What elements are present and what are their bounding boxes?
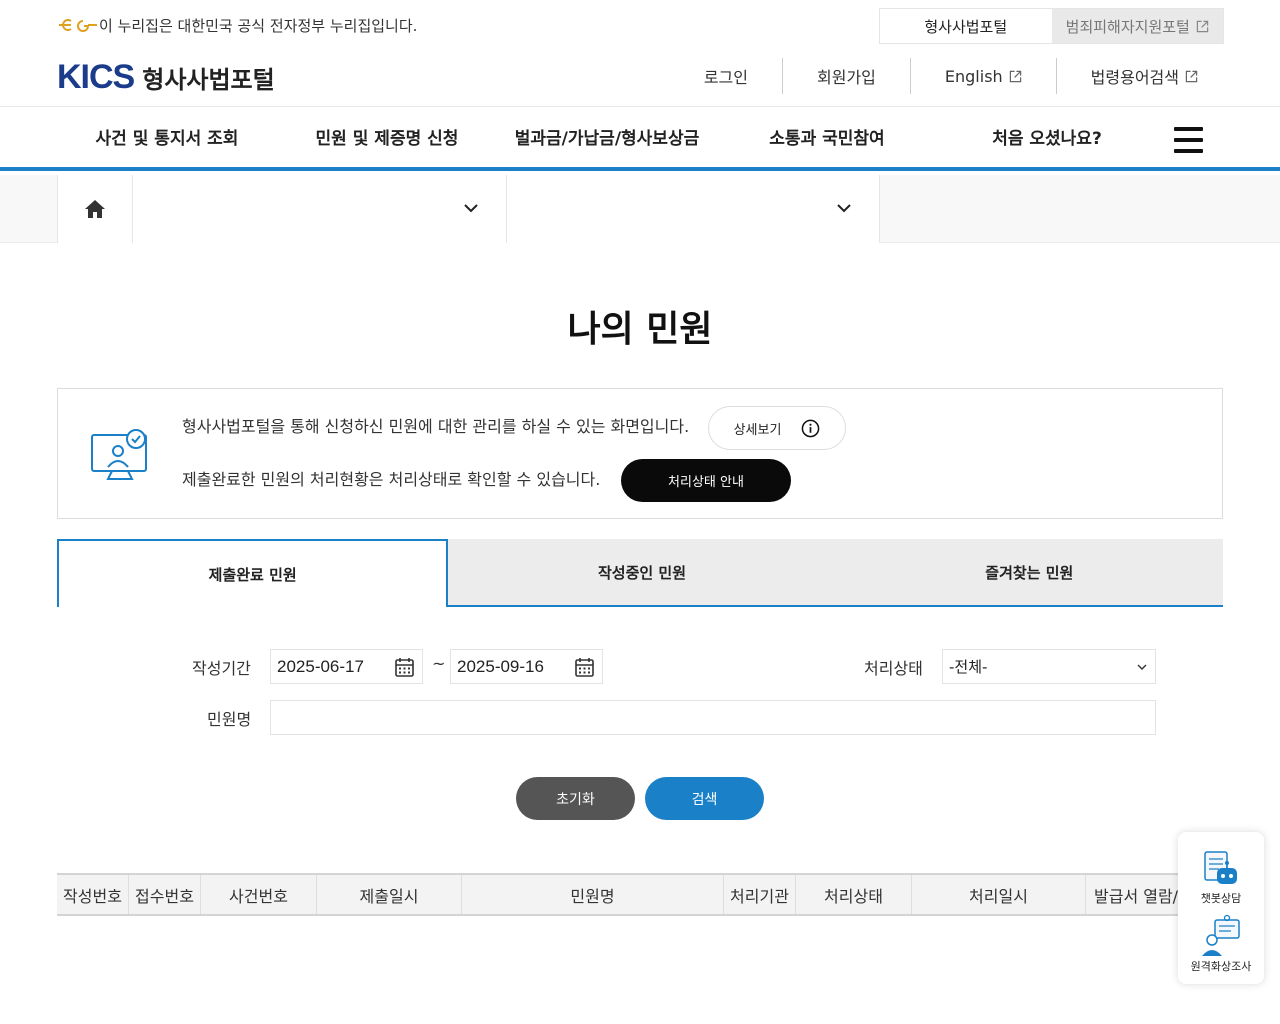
status-guide-label: 처리상태 안내 [668,475,744,490]
home-icon [85,200,105,218]
info-box: 형사사법포털을 통해 신청하신 민원에 대한 관리를 하실 수 있는 화면입니다… [57,388,1223,519]
signup-link[interactable]: 회원가입 [782,58,910,94]
chatbot-icon [1204,851,1237,884]
login-label: 로그인 [703,68,748,87]
date-to-value: 2025-09-16 [457,656,544,676]
remote-video-inquiry-button[interactable]: 원격화상조사 [1178,914,1264,974]
signup-label: 회원가입 [817,68,876,87]
english-label: English [944,66,1003,86]
video-call-icon [1202,914,1240,956]
col-status: 처리상태 [796,875,912,914]
civil-petition-monitor-icon [91,429,147,480]
nav-item-fines[interactable]: 벌과금/가납금/형사보상금 [497,107,717,167]
home-button[interactable] [57,175,133,243]
site-name: 형사사법포털 [142,66,275,94]
search-button[interactable]: 검색 [645,777,764,820]
portal-tab-victim-support[interactable]: 범죄피해자지원포털 [1051,9,1223,43]
nav-item-case-inquiry[interactable]: 사건 및 통지서 조회 [57,107,277,167]
gov-logo-icon [59,19,97,32]
legal-term-label: 법령용어검색 [1090,68,1179,87]
nav-item-participation[interactable]: 소통과 국민참여 [717,107,937,167]
reset-button[interactable]: 초기화 [516,777,635,820]
chatbot-button[interactable]: 챗봇상담 [1178,850,1264,906]
nav-item-first-visit[interactable]: 처음 오셨나요? [937,107,1157,167]
results-table-header: 작성번호 접수번호 사건번호 제출일시 민원명 처리기관 처리상태 처리일시 발… [57,873,1223,916]
legal-term-search-link[interactable]: 법령용어검색 [1055,58,1280,94]
portal-switcher: 형사사법포털 범죄피해자지원포털 [879,8,1224,44]
external-link-icon [1196,20,1209,32]
col-submitted-at: 제출일시 [317,875,462,914]
external-link-icon [1185,70,1198,82]
chevron-down-icon [464,204,478,213]
page-title: 나의 민원 [567,309,713,350]
info-text-status: 제출완료한 민원의 처리현황은 처리상태로 확인할 수 있습니다. [182,470,601,489]
gov-banner-text: 이 누리집은 대한민국 공식 전자정부 누리집입니다. [99,16,418,35]
col-draft-no: 작성번호 [57,875,129,914]
petition-tabs: 제출완료 민원 작성중인 민원 즐겨찾는 민원 [57,539,1223,607]
col-processed-at: 처리일시 [912,875,1086,914]
tab-label: 작성중인 민원 [597,563,686,582]
portal-tab-label: 범죄피해자지원포털 [1065,17,1190,36]
site-logo[interactable]: KICS 형사사법포털 [57,58,275,97]
status-select-value: -전체- [949,658,988,676]
portal-tab-kics[interactable]: 형사사법포털 [880,9,1052,43]
status-label: 처리상태 [864,659,923,678]
date-from-value: 2025-06-17 [277,656,364,676]
utility-nav: 로그인 회원가입 English 법령용어검색 [670,58,1280,94]
nav-item-civil-application[interactable]: 민원 및 제증명 신청 [277,107,497,167]
external-link-icon [1009,70,1021,82]
login-link[interactable]: 로그인 [670,58,782,94]
breadcrumb-select-depth1[interactable] [133,175,507,243]
info-circle-icon [802,419,820,437]
tab-label: 제출완료 민원 [208,565,297,584]
chevron-down-icon [837,204,851,213]
period-label: 작성기간 [192,659,251,678]
chevron-down-icon [1137,664,1147,670]
date-from-input[interactable]: 2025-06-17 [270,649,423,684]
detail-view-button[interactable]: 상세보기 [708,406,846,450]
petition-name-input[interactable] [270,700,1156,735]
menu-hamburger-icon[interactable] [1174,127,1203,153]
info-text-manage: 형사사법포털을 통해 신청하신 민원에 대한 관리를 하실 수 있는 화면입니다… [182,417,690,436]
detail-view-label: 상세보기 [733,422,782,438]
breadcrumb-select-depth2[interactable] [507,175,880,243]
status-guide-button[interactable]: 처리상태 안내 [621,459,791,502]
calendar-icon[interactable] [395,657,414,677]
tab-drafting[interactable]: 작성중인 민원 [448,539,836,607]
col-petition-name: 민원명 [462,875,724,914]
col-case-no: 사건번호 [201,875,317,914]
main-nav: 사건 및 통지서 조회 민원 및 제증명 신청 벌과금/가납금/형사보상금 소통… [0,107,1280,171]
petition-name-label: 민원명 [207,710,252,729]
tab-favorites[interactable]: 즐겨찾는 민원 [835,539,1223,607]
calendar-icon[interactable] [575,657,594,677]
gov-banner: 이 누리집은 대한민국 공식 전자정부 누리집입니다. [57,14,417,36]
date-range-separator: ~ [432,654,446,673]
floating-quick-menu: 챗봇상담 원격화상조사 [1178,832,1264,984]
date-to-input[interactable]: 2025-09-16 [450,649,603,684]
status-select[interactable]: -전체- [942,649,1156,684]
remote-video-label: 원격화상조사 [1190,960,1252,973]
tab-label: 즐겨찾는 민원 [985,563,1074,582]
search-label: 검색 [691,791,718,808]
col-receipt-no: 접수번호 [129,875,201,914]
chatbot-label: 챗봇상담 [1200,892,1242,905]
kics-logo-text: KICS [57,58,135,96]
reset-label: 초기화 [556,791,595,808]
portal-tab-label: 형사사법포털 [924,17,1008,36]
breadcrumb [0,175,1280,243]
tab-submitted[interactable]: 제출완료 민원 [57,539,449,607]
col-agency: 처리기관 [724,875,796,914]
english-link[interactable]: English [909,58,1056,94]
